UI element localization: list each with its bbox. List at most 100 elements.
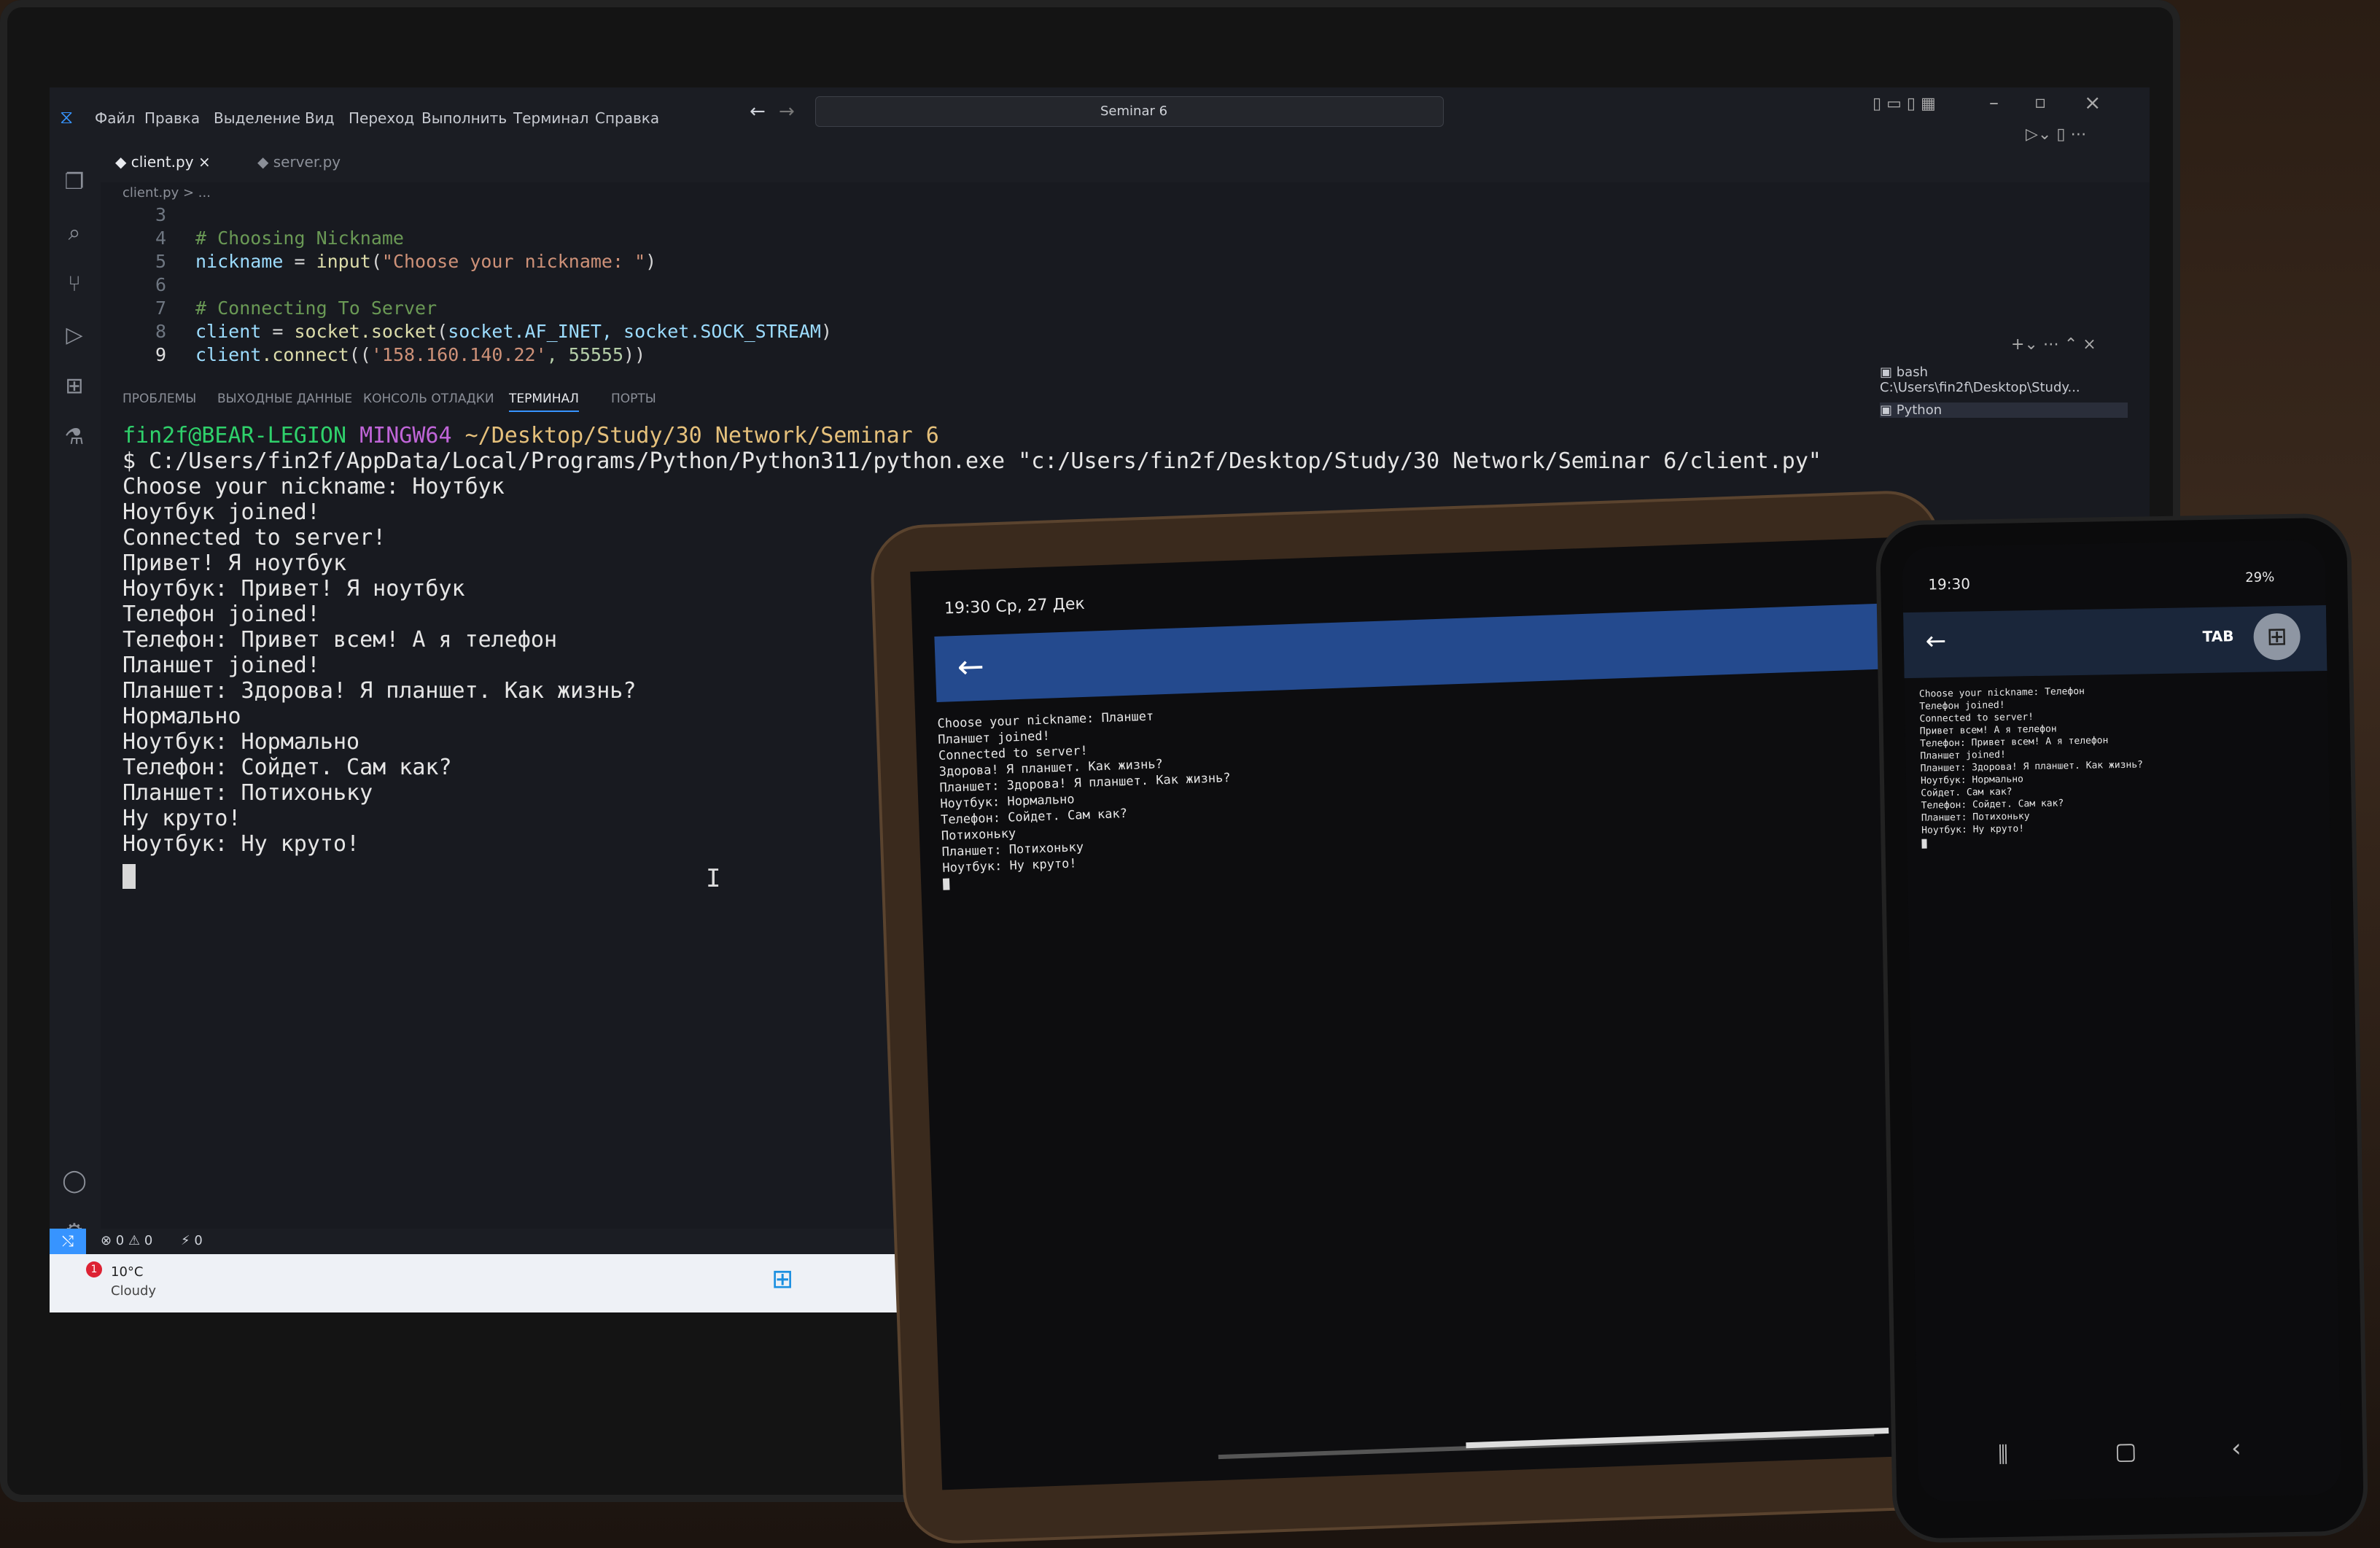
phone-app-bar: ← TAB ⊞ xyxy=(1903,605,2328,679)
code-number: , 55555 xyxy=(546,344,624,365)
tab-problems[interactable]: ПРОБЛЕМЫ xyxy=(122,392,196,406)
code-line[interactable]: 9 client.connect(('158.160.140.22', 55555… xyxy=(122,344,645,365)
prompt-path: ~/Desktop/Study/30 Network/Seminar 6 xyxy=(464,423,939,448)
tablet-scrollbar-thumb[interactable] xyxy=(1466,1428,1889,1449)
tab-client-py[interactable]: ◆ client.py × xyxy=(115,153,211,171)
close-icon[interactable]: × xyxy=(2084,90,2101,114)
command-center-search[interactable]: Seminar 6 xyxy=(815,96,1444,127)
run-debug-icon[interactable]: ▷ xyxy=(60,321,89,350)
code-string: "Choose your nickname: " xyxy=(381,251,646,272)
line-number: 3 xyxy=(155,204,166,225)
source-control-icon[interactable]: ⑂ xyxy=(60,270,89,299)
terminal-line: Потихоньку xyxy=(941,826,1016,844)
forward-arrow-icon[interactable]: → xyxy=(779,101,795,122)
prompt-user: fin2f@BEAR-LEGION xyxy=(122,423,347,448)
tab-ports[interactable]: ПОРТЫ xyxy=(611,392,656,406)
minimize-icon[interactable]: – xyxy=(1989,92,1999,114)
run-icon[interactable]: ▷⌄ ▯ ⋯ xyxy=(2026,125,2086,144)
menu-terminal[interactable]: Терминал xyxy=(513,109,588,127)
terminal-item-bash[interactable]: ▣ bash C:\Users\fin2f\Desktop\Study... xyxy=(1880,365,2128,395)
windows-start-icon[interactable]: ⊞ xyxy=(771,1264,793,1294)
tab-close-icon[interactable]: × xyxy=(198,153,211,171)
terminal-line: Ноутбук: Нормально xyxy=(122,729,360,755)
menu-go[interactable]: Переход xyxy=(349,109,414,127)
search-label: Seminar 6 xyxy=(1100,104,1168,119)
phone-terminal[interactable]: Choose your nickname: Телефон Телефон jo… xyxy=(1905,682,2330,879)
menu-run[interactable]: Выполнить xyxy=(421,109,507,127)
tab-server-py[interactable]: ◆ server.py xyxy=(257,153,341,171)
tablet: 19:30 Ср, 27 Дек ← Choose your nickname:… xyxy=(872,491,1972,1543)
terminal-line: Сойдет. Сам как? xyxy=(1921,786,2012,799)
line-number: 4 xyxy=(155,227,166,249)
back-arrow-icon[interactable]: ← xyxy=(750,101,766,122)
testing-icon[interactable]: ⚗ xyxy=(60,423,89,452)
nav-recents-icon[interactable]: ⫼ xyxy=(1998,1442,2008,1468)
tablet-terminal[interactable]: Choose your nickname: Планшет Планшет jo… xyxy=(915,684,1892,936)
terminal-line: Телефон joined! xyxy=(1919,699,2005,712)
phone-time: 19:30 xyxy=(1928,575,1971,594)
remote-indicator-icon[interactable]: ⤭ xyxy=(50,1229,86,1254)
maximize-icon[interactable]: ▫ xyxy=(2034,92,2046,112)
terminal-item-python[interactable]: ▣ Python xyxy=(1880,402,2128,418)
code-variable: client xyxy=(195,344,262,365)
code-paren: ) xyxy=(645,251,657,272)
terminal-line: Нормально xyxy=(122,704,241,729)
code-line[interactable]: 5 nickname = input("Choose your nickname:… xyxy=(122,251,656,272)
menu-file[interactable]: Файл xyxy=(95,109,135,127)
account-icon[interactable]: ◯ xyxy=(60,1167,89,1196)
terminal-line: Choose your nickname: Планшет xyxy=(937,709,1154,731)
terminal-line: Планшет: Потихоньку xyxy=(1921,811,2030,824)
terminal-cursor xyxy=(1921,839,1927,849)
tab-output[interactable]: ВЫХОДНЫЕ ДАННЫЕ xyxy=(217,392,352,406)
menu-view[interactable]: Вид xyxy=(305,109,335,127)
layout-icons[interactable]: ▯ ▭ ▯ ▦ xyxy=(1872,95,1936,113)
back-arrow-icon[interactable]: ← xyxy=(1925,626,1946,656)
menu-help[interactable]: Справка xyxy=(595,109,659,127)
problems-count[interactable]: ⊗ 0 ⚠ 0 xyxy=(101,1233,152,1248)
nav-home-icon[interactable]: ▢ xyxy=(2115,1437,2137,1466)
text-cursor-icon: I xyxy=(706,864,721,893)
code-function: .connect xyxy=(261,344,349,365)
keyboard-toggle-icon[interactable]: ⊞ xyxy=(2253,612,2301,661)
tab-debug-console[interactable]: КОНСОЛЬ ОТЛАДКИ xyxy=(363,392,494,406)
tab-terminal[interactable]: ТЕРМИНАЛ xyxy=(509,392,579,412)
code-line[interactable]: 4 # Choosing Nickname xyxy=(122,227,404,249)
code-line[interactable]: 3 xyxy=(122,204,195,225)
weather-condition[interactable]: Cloudy xyxy=(111,1283,156,1299)
terminal-line: Ноутбук: Ну круто! xyxy=(1921,823,2025,836)
line-number: 5 xyxy=(155,251,166,272)
breadcrumb[interactable]: client.py > ... xyxy=(122,185,211,201)
weather-temp[interactable]: 10°C xyxy=(111,1264,143,1280)
terminal-line: Привет всем! А я телефон xyxy=(1919,723,2057,737)
code-line[interactable]: 8 client = socket.socket(socket.AF_INET, … xyxy=(122,321,832,342)
terminal-line: Планшет: Здорова! Я планшет. Как жизнь? xyxy=(1920,759,2144,774)
code-line[interactable]: 6 xyxy=(122,274,195,295)
menu-selection[interactable]: Выделение xyxy=(214,109,300,127)
code-line[interactable]: 7 # Connecting To Server xyxy=(122,297,437,319)
search-icon[interactable]: ⌕ xyxy=(60,219,89,248)
panel-actions-icons[interactable]: +⌄ ⋯ ⌃ × xyxy=(2011,335,2096,354)
terminal-item-label: bash C:\Users\fin2f\Desktop\Study... xyxy=(1880,365,2080,395)
terminal-line: Телефон: Привет всем! А я телефон xyxy=(122,627,558,653)
tab-key-button[interactable]: TAB xyxy=(2202,627,2233,645)
menu-edit[interactable]: Правка xyxy=(144,109,200,127)
tab-label: client.py xyxy=(131,153,194,171)
code-paren: ( xyxy=(437,321,448,342)
terminal-line: Планшет: Здорова! Я планшет. Как жизнь? xyxy=(122,678,637,704)
back-arrow-icon[interactable]: ← xyxy=(957,648,985,686)
terminal-line: Телефон joined! xyxy=(122,602,320,627)
terminal-item-label: Python xyxy=(1896,402,1942,418)
ports-count[interactable]: ⚡ 0 xyxy=(181,1233,203,1248)
code-function: socket.socket xyxy=(294,321,438,342)
nav-back-icon[interactable]: ‹ xyxy=(2231,1434,2241,1463)
terminal-line: Connected to server! xyxy=(122,525,386,551)
activity-bar: ❐ ⌕ ⑂ ▷ ⊞ ⚗ ◯ ⚙ xyxy=(50,146,101,1312)
terminal-line: Ну круто! xyxy=(122,806,241,831)
editor-tabs: ◆ client.py × ◆ server.py xyxy=(101,146,2150,182)
terminal-line: Ноутбук: Ну круто! xyxy=(942,856,1077,876)
extensions-icon[interactable]: ⊞ xyxy=(60,372,89,401)
code-string: '158.160.140.22' xyxy=(370,344,547,365)
line-number: 9 xyxy=(155,344,166,365)
explorer-icon[interactable]: ❐ xyxy=(60,168,89,197)
terminal-line: Планшет joined! xyxy=(937,728,1051,747)
